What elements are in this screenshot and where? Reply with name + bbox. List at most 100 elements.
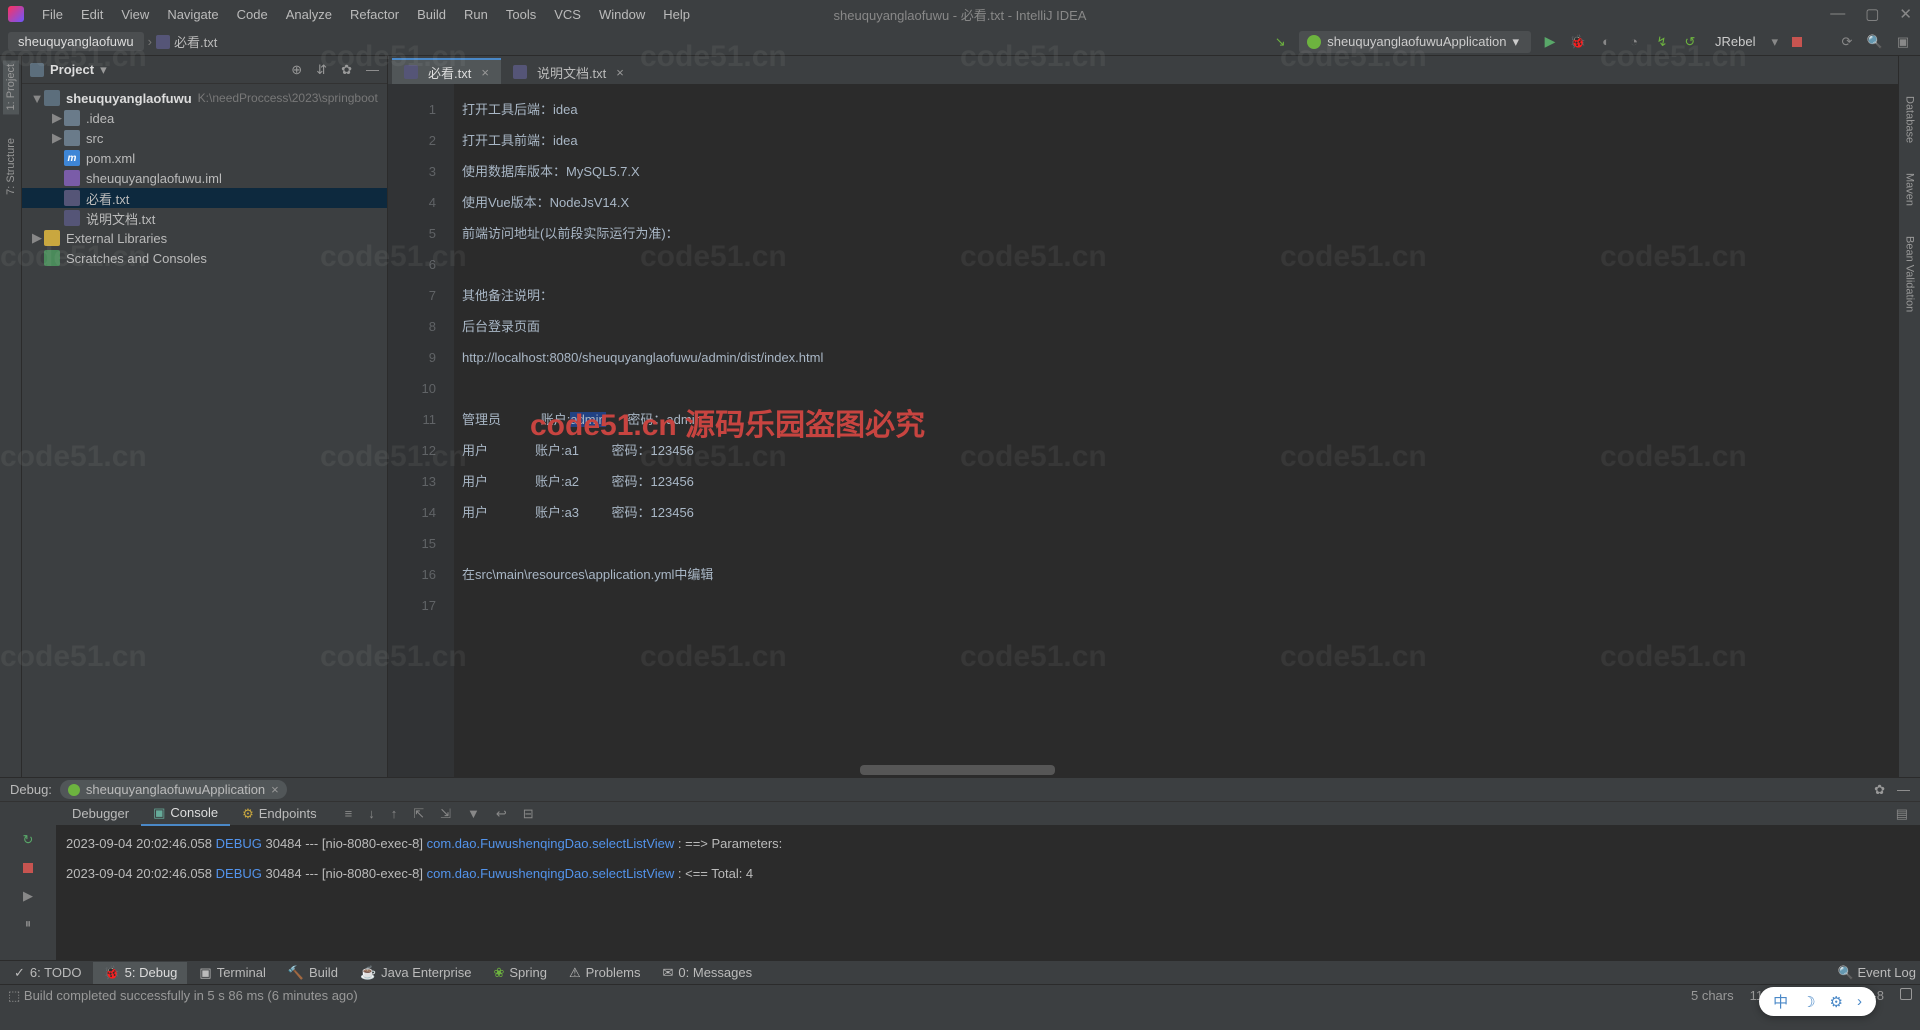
debug-button[interactable]: 🐞 xyxy=(1569,33,1587,51)
out-icon[interactable]: ⇱ xyxy=(413,806,424,822)
update-icon[interactable]: ⟳ xyxy=(1838,33,1856,51)
menu-build[interactable]: Build xyxy=(409,4,454,25)
gear-icon[interactable]: ✿ xyxy=(1874,782,1885,798)
down-icon[interactable]: ↓ xyxy=(368,806,375,822)
console-tab[interactable]: ▣Console xyxy=(141,802,230,826)
minimize-icon[interactable]: — xyxy=(1830,5,1845,23)
tree-item[interactable]: mpom.xml xyxy=(22,148,387,168)
tool-maven-tab[interactable]: Maven xyxy=(1904,173,1916,206)
stop-button[interactable] xyxy=(1788,33,1806,51)
run-config-name: sheuquyanglaofuwuApplication xyxy=(1327,34,1506,49)
step-icon[interactable]: ≡ xyxy=(345,806,353,822)
close-tab-icon[interactable]: × xyxy=(481,65,489,80)
debugger-tab[interactable]: Debugger xyxy=(60,803,141,824)
tree-external-libs[interactable]: ▶External Libraries xyxy=(22,228,387,248)
endpoints-tab[interactable]: ⚙Endpoints xyxy=(230,803,328,825)
build-hammer-icon[interactable]: ↘ xyxy=(1271,33,1289,51)
tree-item[interactable]: ▶.idea xyxy=(22,108,387,128)
rerun-icon[interactable]: ↻ xyxy=(19,831,37,849)
btab-build[interactable]: 🔨Build xyxy=(278,962,348,984)
hide-icon[interactable]: — xyxy=(366,62,379,78)
debug-panel-header: Debug: sheuquyanglaofuwuApplication× ✿ —… xyxy=(0,777,1920,825)
btab-debug[interactable]: 🐞5: Debug xyxy=(93,962,187,984)
close-tab-icon[interactable]: × xyxy=(616,65,624,80)
editor-tab[interactable]: 说明文档.txt× xyxy=(501,58,636,84)
console-output[interactable]: 2023-09-04 20:02:46.058 DEBUG 30484 --- … xyxy=(56,825,1920,960)
search-icon[interactable]: 🔍 xyxy=(1866,33,1884,51)
event-log-button[interactable]: 🔍 Event Log xyxy=(1838,965,1916,981)
expand-icon[interactable]: › xyxy=(1857,993,1862,1010)
jrebel-label[interactable]: JRebel xyxy=(1709,32,1761,51)
btab-messages[interactable]: ✉0: Messages xyxy=(653,962,763,984)
tool-bean-tab[interactable]: Bean Validation xyxy=(1904,236,1916,312)
hotswap-button[interactable]: ↺ xyxy=(1681,33,1699,51)
tool-project-tab[interactable]: 1: Project xyxy=(3,60,19,114)
close-icon[interactable]: ✕ xyxy=(1899,5,1912,23)
run-config-selector[interactable]: sheuquyanglaofuwuApplication ▾ xyxy=(1299,31,1531,53)
bulb-icon[interactable]: ⚙ xyxy=(1830,993,1843,1011)
menu-tools[interactable]: Tools xyxy=(498,4,544,25)
menu-analyze[interactable]: Analyze xyxy=(278,4,340,25)
attach-button[interactable]: ↯ xyxy=(1653,33,1671,51)
breadcrumb-project[interactable]: sheuquyanglaofuwu xyxy=(8,32,144,51)
expand-icon[interactable]: ⇵ xyxy=(316,62,327,78)
tree-item[interactable]: ▶src xyxy=(22,128,387,148)
debug-session-tab[interactable]: sheuquyanglaofuwuApplication× xyxy=(60,780,287,799)
tree-item[interactable]: sheuquyanglaofuwu.iml xyxy=(22,168,387,188)
settings-icon[interactable]: ▣ xyxy=(1894,33,1912,51)
menu-run[interactable]: Run xyxy=(456,4,496,25)
lock-icon[interactable] xyxy=(1900,988,1912,1000)
btab-todo[interactable]: ✓6: TODO xyxy=(4,962,91,984)
tree-item[interactable]: 必看.txt xyxy=(22,188,387,208)
into-icon[interactable]: ⇲ xyxy=(440,806,451,822)
moon-icon[interactable]: ☽ xyxy=(1802,993,1815,1011)
tree-item[interactable]: 说明文档.txt xyxy=(22,208,387,228)
btab-javaee[interactable]: ☕Java Enterprise xyxy=(350,962,482,984)
scroll-icon[interactable]: ⊟ xyxy=(523,806,534,822)
horizontal-scrollbar[interactable] xyxy=(860,765,1055,775)
module-icon xyxy=(44,90,60,106)
pause-icon[interactable]: ⏸ xyxy=(19,915,37,933)
profile-button[interactable]: ◔ xyxy=(1625,33,1643,51)
project-tree[interactable]: ▼ sheuquyanglaofuwuK:\needProccess\2023\… xyxy=(22,84,387,777)
gear-icon[interactable]: ✿ xyxy=(341,62,352,78)
maximize-icon[interactable]: ▢ xyxy=(1865,5,1879,23)
menu-file[interactable]: File xyxy=(34,4,71,25)
stop-icon[interactable] xyxy=(19,859,37,877)
bottom-toolbar: ✓6: TODO 🐞5: Debug ▣Terminal 🔨Build ☕Jav… xyxy=(0,960,1920,984)
ime-lang[interactable]: 中 xyxy=(1773,991,1788,1012)
tool-structure-tab[interactable]: 7: Structure xyxy=(3,134,19,199)
sidebar-title[interactable]: Project xyxy=(50,62,94,77)
coverage-button[interactable]: ◐ xyxy=(1597,33,1615,51)
btab-terminal[interactable]: ▣Terminal xyxy=(189,962,275,984)
filter-icon[interactable]: ▼ xyxy=(467,806,480,822)
menu-window[interactable]: Window xyxy=(591,4,653,25)
ime-toolbar[interactable]: 中 ☽ ⚙ › xyxy=(1759,987,1876,1016)
close-icon[interactable]: × xyxy=(271,782,279,797)
breadcrumb-file[interactable]: 必看.txt xyxy=(156,32,217,51)
btab-problems[interactable]: ⚠Problems xyxy=(559,962,651,984)
menu-vcs[interactable]: VCS xyxy=(546,4,589,25)
resume-icon[interactable]: ▶ xyxy=(19,887,37,905)
hide-icon[interactable]: — xyxy=(1897,782,1910,798)
menu-navigate[interactable]: Navigate xyxy=(159,4,226,25)
tree-scratches[interactable]: Scratches and Consoles xyxy=(22,248,387,268)
code-content[interactable]: 打开工具后端：idea打开工具前端：idea使用数据库版本：MySQL5.7.X… xyxy=(454,84,1898,777)
layout-icon[interactable]: ▤ xyxy=(1896,806,1908,822)
menu-view[interactable]: View xyxy=(113,4,157,25)
menu-help[interactable]: Help xyxy=(655,4,698,25)
chevron-down-icon[interactable]: ▾ xyxy=(100,62,107,78)
code-area[interactable]: 1234567891011121314151617 打开工具后端：idea打开工… xyxy=(388,84,1898,777)
menu-code[interactable]: Code xyxy=(229,4,276,25)
menu-refactor[interactable]: Refactor xyxy=(342,4,407,25)
tool-database-tab[interactable]: Database xyxy=(1904,96,1916,143)
btab-spring[interactable]: ❀Spring xyxy=(483,962,556,984)
locate-icon[interactable]: ⊕ xyxy=(291,62,302,78)
editor-tab[interactable]: 必看.txt× xyxy=(392,58,501,84)
wrap-icon[interactable]: ↩ xyxy=(496,806,507,822)
menu-edit[interactable]: Edit xyxy=(73,4,111,25)
run-button[interactable]: ▶ xyxy=(1541,33,1559,51)
up-icon[interactable]: ↑ xyxy=(391,806,398,822)
tree-root[interactable]: ▼ sheuquyanglaofuwuK:\needProccess\2023\… xyxy=(22,88,387,108)
title-bar: File Edit View Navigate Code Analyze Ref… xyxy=(0,0,1920,28)
